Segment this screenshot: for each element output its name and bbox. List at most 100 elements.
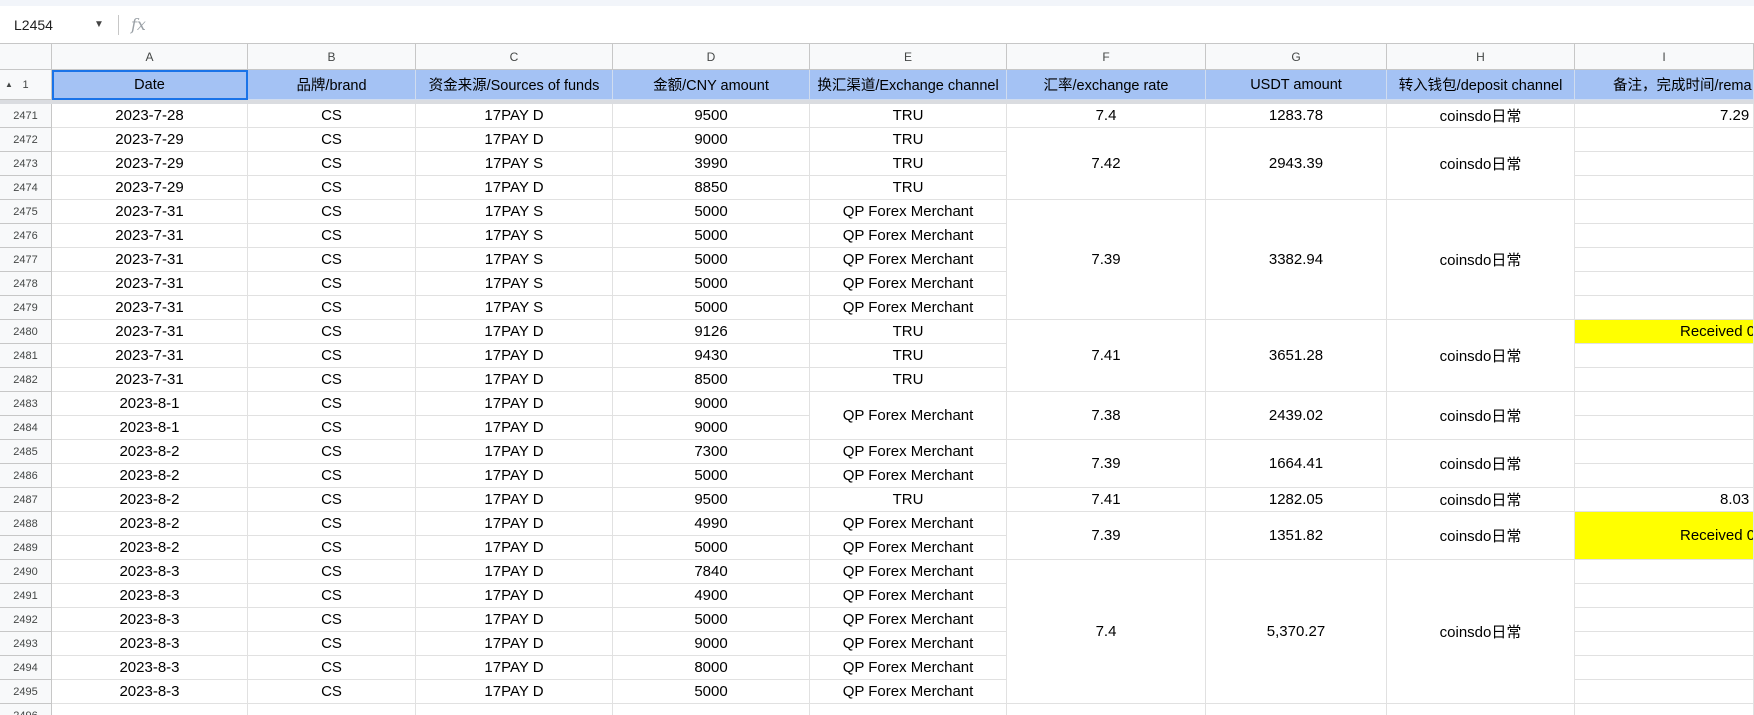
cell-d[interactable]: 5000 bbox=[613, 224, 810, 248]
cell-b[interactable]: CS bbox=[248, 584, 416, 608]
cell-a[interactable]: 2023-8-3 bbox=[52, 608, 248, 632]
header-cell-a[interactable]: Date bbox=[52, 70, 248, 100]
cell-c[interactable]: 17PAY D bbox=[416, 344, 613, 368]
cell-b[interactable]: CS bbox=[248, 296, 416, 320]
row-header[interactable]: 2494 bbox=[0, 656, 52, 680]
cell-d[interactable]: 3990 bbox=[613, 152, 810, 176]
cell-b[interactable]: CS bbox=[248, 128, 416, 152]
row-header[interactable]: 2495 bbox=[0, 680, 52, 704]
header-cell-g[interactable]: USDT amount bbox=[1206, 70, 1387, 100]
cell-h[interactable] bbox=[1387, 704, 1575, 715]
merged-cell-g[interactable]: 1283.78 bbox=[1206, 104, 1387, 128]
row-header[interactable]: 2475 bbox=[0, 200, 52, 224]
merged-cell-g[interactable]: 1351.82 bbox=[1206, 512, 1387, 560]
merged-cell-f[interactable]: 7.42 bbox=[1007, 128, 1206, 200]
row-header[interactable]: 2482 bbox=[0, 368, 52, 392]
cell-d[interactable]: 9000 bbox=[613, 128, 810, 152]
cell-d[interactable]: 5000 bbox=[613, 296, 810, 320]
cell-e[interactable]: QP Forex Merchant bbox=[810, 656, 1007, 680]
column-header-a[interactable]: A bbox=[52, 44, 248, 70]
cell-e[interactable]: TRU bbox=[810, 368, 1007, 392]
cell-d[interactable]: 9000 bbox=[613, 416, 810, 440]
spreadsheet-grid[interactable]: A B C D E F G H I ▲ 1 Date 品牌/brand 资金来源/Sources of f… bbox=[0, 44, 1754, 715]
cell-a[interactable]: 2023-8-2 bbox=[52, 440, 248, 464]
cell-b[interactable]: CS bbox=[248, 272, 416, 296]
merged-cell-h[interactable]: coinsdo日常 bbox=[1387, 560, 1575, 704]
merged-cell-h[interactable]: coinsdo日常 bbox=[1387, 488, 1575, 512]
row-header[interactable]: 2483 bbox=[0, 392, 52, 416]
cell-a[interactable]: 2023-7-31 bbox=[52, 248, 248, 272]
cell-e[interactable]: QP Forex Merchant bbox=[810, 440, 1007, 464]
cell-e[interactable]: TRU bbox=[810, 176, 1007, 200]
cell-i[interactable] bbox=[1575, 272, 1754, 296]
cell-i[interactable] bbox=[1575, 584, 1754, 608]
row-header[interactable]: 2486 bbox=[0, 464, 52, 488]
row-header[interactable]: 2473 bbox=[0, 152, 52, 176]
remark-cell-i[interactable]: Received 0 bbox=[1575, 320, 1754, 344]
merged-cell-g[interactable]: 1282.05 bbox=[1206, 488, 1387, 512]
cell-c[interactable]: 17PAY S bbox=[416, 248, 613, 272]
cell-e[interactable]: QP Forex Merchant bbox=[810, 200, 1007, 224]
cell-b[interactable]: CS bbox=[248, 536, 416, 560]
column-header-h[interactable]: H bbox=[1387, 44, 1575, 70]
cell-c[interactable]: 17PAY D bbox=[416, 488, 613, 512]
column-header-f[interactable]: F bbox=[1007, 44, 1206, 70]
merged-cell-g[interactable]: 3382.94 bbox=[1206, 200, 1387, 320]
cell-b[interactable]: CS bbox=[248, 608, 416, 632]
cell-b[interactable]: CS bbox=[248, 392, 416, 416]
cell-c[interactable]: 17PAY D bbox=[416, 680, 613, 704]
row-header[interactable]: 2474 bbox=[0, 176, 52, 200]
row-header[interactable]: 2485 bbox=[0, 440, 52, 464]
cell-e[interactable]: QP Forex Merchant bbox=[810, 680, 1007, 704]
row-header[interactable]: 2478 bbox=[0, 272, 52, 296]
cell-i[interactable] bbox=[1575, 656, 1754, 680]
cell-c[interactable]: 17PAY S bbox=[416, 152, 613, 176]
cell-i[interactable] bbox=[1575, 368, 1754, 392]
cell-c[interactable]: 17PAY D bbox=[416, 320, 613, 344]
header-cell-h[interactable]: 转入钱包/deposit channel bbox=[1387, 70, 1575, 100]
cell-a[interactable]: 2023-8-3 bbox=[52, 560, 248, 584]
merged-cell-g[interactable]: 2439.02 bbox=[1206, 392, 1387, 440]
cell-d[interactable]: 7840 bbox=[613, 560, 810, 584]
cell-i[interactable] bbox=[1575, 560, 1754, 584]
merged-cell-f[interactable]: 7.39 bbox=[1007, 200, 1206, 320]
row-header[interactable]: 2480 bbox=[0, 320, 52, 344]
cell-e[interactable]: QP Forex Merchant bbox=[810, 464, 1007, 488]
merged-cell-h[interactable]: coinsdo日常 bbox=[1387, 320, 1575, 392]
cell-b[interactable]: CS bbox=[248, 224, 416, 248]
cell-a[interactable]: 2023-7-31 bbox=[52, 320, 248, 344]
cell-a[interactable]: 2023-7-31 bbox=[52, 344, 248, 368]
row-header[interactable]: 2471 bbox=[0, 104, 52, 128]
cell-d[interactable]: 9500 bbox=[613, 104, 810, 128]
cell-d[interactable]: 9000 bbox=[613, 632, 810, 656]
cell-i[interactable] bbox=[1575, 416, 1754, 440]
cell-a[interactable]: 2023-7-31 bbox=[52, 272, 248, 296]
cell-c[interactable]: 17PAY S bbox=[416, 200, 613, 224]
header-cell-c[interactable]: 资金来源/Sources of funds bbox=[416, 70, 613, 100]
cell-i[interactable] bbox=[1575, 440, 1754, 464]
cell-e[interactable]: TRU bbox=[810, 104, 1007, 128]
cell-c[interactable]: 17PAY D bbox=[416, 440, 613, 464]
merged-cell-f[interactable]: 7.39 bbox=[1007, 440, 1206, 488]
cell-c[interactable]: 17PAY D bbox=[416, 128, 613, 152]
cell-c[interactable]: 17PAY D bbox=[416, 464, 613, 488]
merged-cell-f[interactable]: 7.4 bbox=[1007, 104, 1206, 128]
merged-cell-f[interactable]: 7.41 bbox=[1007, 488, 1206, 512]
cell-b[interactable]: CS bbox=[248, 104, 416, 128]
cell-e[interactable]: TRU bbox=[810, 488, 1007, 512]
cell-a[interactable]: 2023-8-2 bbox=[52, 464, 248, 488]
cell-e[interactable]: QP Forex Merchant bbox=[810, 584, 1007, 608]
cell-d[interactable]: 5000 bbox=[613, 680, 810, 704]
cell-b[interactable]: CS bbox=[248, 656, 416, 680]
cell-i[interactable] bbox=[1575, 224, 1754, 248]
row-header[interactable]: 2491 bbox=[0, 584, 52, 608]
cell-e[interactable]: QP Forex Merchant bbox=[810, 296, 1007, 320]
cell-c[interactable] bbox=[416, 704, 613, 715]
cell-e[interactable]: TRU bbox=[810, 128, 1007, 152]
cell-c[interactable]: 17PAY S bbox=[416, 296, 613, 320]
column-header-b[interactable]: B bbox=[248, 44, 416, 70]
cell-b[interactable]: CS bbox=[248, 464, 416, 488]
cell-a[interactable]: 2023-7-29 bbox=[52, 176, 248, 200]
cell-a[interactable]: 2023-8-1 bbox=[52, 416, 248, 440]
cell-b[interactable]: CS bbox=[248, 680, 416, 704]
